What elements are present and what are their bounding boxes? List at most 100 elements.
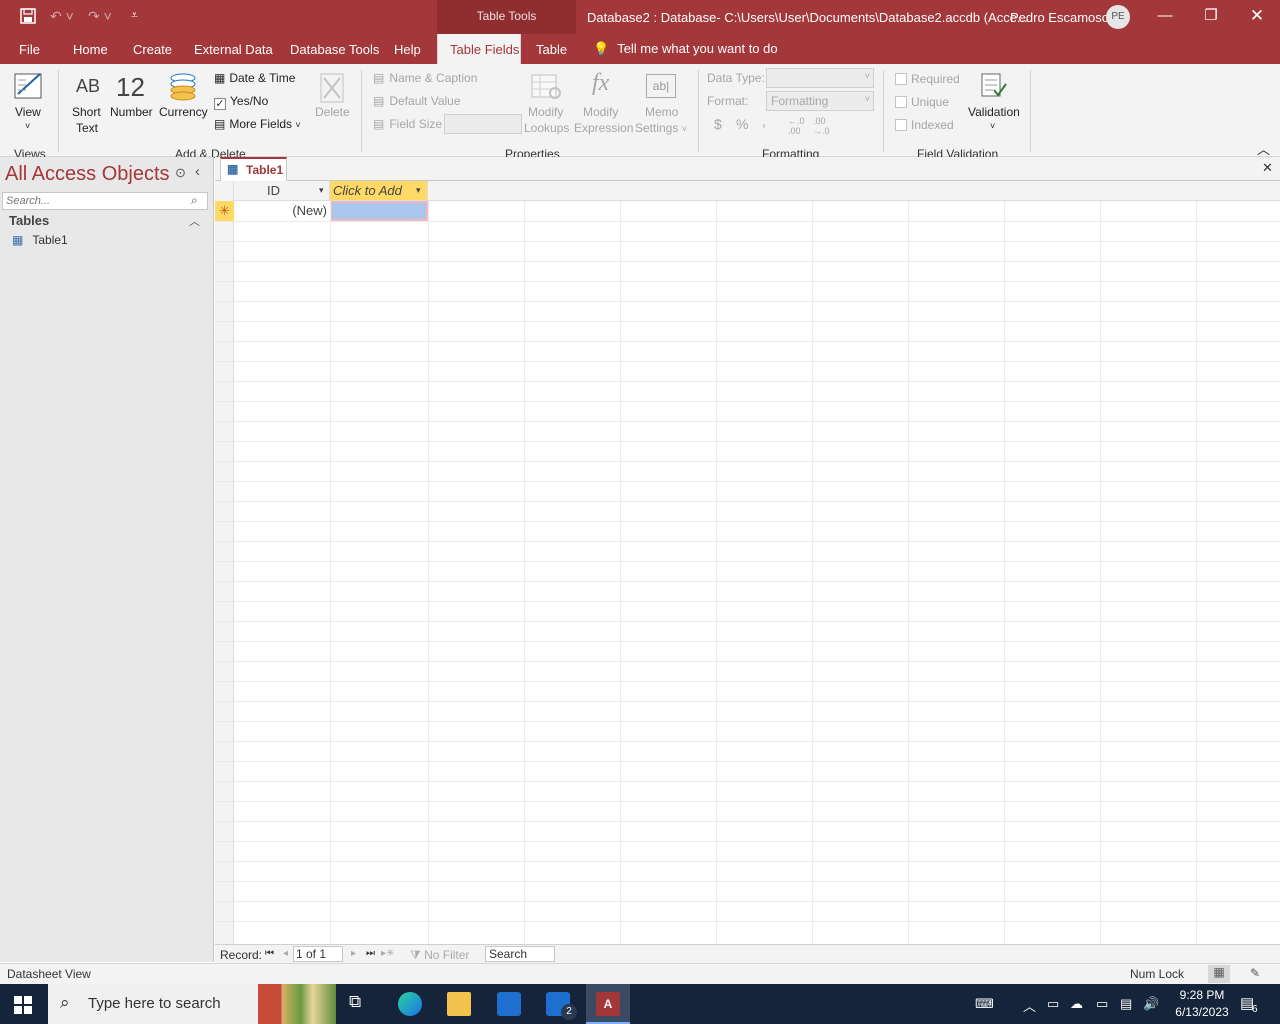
- default-value-button[interactable]: ▤ Default Value: [373, 94, 461, 108]
- currency-icon[interactable]: [168, 72, 198, 105]
- record-search-input[interactable]: Search: [485, 946, 555, 962]
- decrease-decimals-icon[interactable]: .00 →.0: [813, 116, 830, 136]
- view-icon[interactable]: [14, 70, 44, 103]
- avatar[interactable]: PE: [1106, 5, 1130, 29]
- view-button[interactable]: View: [15, 105, 41, 119]
- validation-icon[interactable]: [980, 72, 1008, 103]
- windows-start-icon[interactable]: [14, 996, 32, 1017]
- nav-item-table1[interactable]: ▦ Table1: [12, 233, 68, 247]
- short-text-button[interactable]: Short: [72, 105, 101, 119]
- file-explorer-icon[interactable]: [447, 992, 471, 1016]
- taskbar-search-box[interactable]: ⌕ Type here to search: [48, 984, 336, 1024]
- collapse-ribbon-icon[interactable]: ︿: [1257, 139, 1270, 158]
- next-record-icon[interactable]: ▸: [351, 948, 356, 959]
- tab-external-data[interactable]: External Data: [194, 42, 273, 57]
- modify-lookups-button[interactable]: Modify: [528, 105, 563, 119]
- grid-line: [215, 601, 1280, 602]
- nav-pane-title[interactable]: All Access Objects: [5, 163, 170, 186]
- access-taskbar-button[interactable]: A: [586, 984, 630, 1024]
- name-caption-button[interactable]: ▤ Name & Caption: [373, 71, 477, 85]
- unique-checkbox[interactable]: Unique: [895, 95, 949, 109]
- column-header-id[interactable]: ID ▾: [234, 181, 330, 201]
- undo-icon[interactable]: ↶ ˅: [50, 8, 74, 25]
- minimize-button[interactable]: —: [1150, 4, 1180, 28]
- restore-button[interactable]: ❐: [1196, 4, 1226, 28]
- meet-now-icon[interactable]: ▭: [1047, 996, 1059, 1012]
- keyboard-icon[interactable]: ⌨: [975, 996, 994, 1012]
- delete-button[interactable]: Delete: [315, 105, 350, 119]
- tab-table[interactable]: Table: [536, 42, 567, 57]
- redo-icon[interactable]: ↷ ˅: [88, 8, 112, 25]
- save-icon[interactable]: [20, 8, 36, 27]
- chevron-down-icon[interactable]: ˅: [25, 121, 30, 131]
- show-hidden-icons[interactable]: ︿: [1023, 996, 1036, 1015]
- tab-table-fields[interactable]: Table Fields: [437, 34, 521, 64]
- record-position-input[interactable]: 1 of 1: [293, 946, 343, 962]
- clock-date[interactable]: 6/13/2023: [1168, 1005, 1236, 1019]
- increase-decimals-icon[interactable]: ←.0.00: [788, 116, 805, 136]
- grid-line: [215, 281, 1280, 282]
- new-record-nav-icon[interactable]: ▸✳: [381, 948, 394, 959]
- battery-icon[interactable]: ▭: [1096, 996, 1108, 1012]
- short-text-icon[interactable]: AB: [76, 76, 100, 97]
- dropdown-arrow-icon[interactable]: ▾: [416, 185, 421, 196]
- clock-time[interactable]: 9:28 PM: [1172, 988, 1232, 1002]
- cell-id-new[interactable]: (New): [234, 201, 330, 221]
- store-icon[interactable]: [497, 992, 521, 1016]
- collapse-pane-icon[interactable]: ‹: [195, 163, 200, 180]
- close-button[interactable]: ✕: [1242, 4, 1272, 28]
- number-icon[interactable]: 12: [116, 72, 145, 103]
- grid-line: [428, 201, 429, 944]
- checkbox-icon: [895, 73, 907, 85]
- ribbon-tab-row: File Home Create External Data Database …: [0, 34, 1280, 64]
- yes-no-button[interactable]: ✓ Yes/No: [214, 94, 268, 110]
- date-time-button[interactable]: ▦ Date & Time: [214, 71, 295, 85]
- percent-format-button[interactable]: %: [736, 116, 748, 132]
- modify-expression-button[interactable]: Modify: [583, 105, 618, 119]
- more-fields-button[interactable]: ▤ More Fields ˅: [214, 117, 301, 131]
- first-record-icon[interactable]: ⏮: [265, 948, 274, 959]
- dropdown-arrow-icon[interactable]: ▾: [319, 185, 324, 196]
- new-record-icon[interactable]: ✳: [215, 201, 234, 221]
- search-icon[interactable]: ⌕: [191, 193, 198, 208]
- close-document-icon[interactable]: ✕: [1262, 160, 1273, 176]
- validation-button[interactable]: Validation: [968, 105, 1020, 119]
- chevron-up-icon[interactable]: ︿: [189, 213, 200, 229]
- data-type-select[interactable]: ˅: [766, 68, 874, 88]
- tab-create[interactable]: Create: [133, 42, 172, 57]
- network-icon[interactable]: ▤: [1120, 996, 1132, 1012]
- no-filter-button[interactable]: ⧩ No Filter: [410, 948, 469, 963]
- memo-settings-button[interactable]: Memo: [645, 105, 678, 119]
- design-view-icon[interactable]: ✎: [1250, 966, 1260, 980]
- nav-section-tables[interactable]: Tables: [9, 213, 49, 228]
- cell-click-to-add-selected[interactable]: [330, 201, 428, 221]
- field-size-input[interactable]: [444, 114, 522, 134]
- indexed-checkbox[interactable]: Indexed: [895, 118, 954, 132]
- last-record-icon[interactable]: ⏭: [366, 948, 375, 959]
- customize-toolbar-icon[interactable]: ⩡: [131, 8, 138, 23]
- user-name[interactable]: Pedro Escamoso: [1010, 10, 1109, 25]
- volume-icon[interactable]: 🔊: [1143, 996, 1159, 1012]
- tab-file[interactable]: File: [19, 42, 40, 57]
- currency-button[interactable]: Currency: [159, 105, 208, 119]
- onedrive-icon[interactable]: ☁: [1070, 996, 1083, 1012]
- column-header-click-to-add[interactable]: Click to Add ▾: [330, 181, 428, 201]
- document-tab-table1[interactable]: ▦ Table1: [220, 157, 287, 181]
- nav-search-input[interactable]: [2, 192, 208, 210]
- required-checkbox[interactable]: Required: [895, 72, 960, 86]
- edge-browser-icon[interactable]: [398, 992, 422, 1016]
- currency-format-button[interactable]: $: [714, 116, 722, 132]
- chevron-down-icon[interactable]: ˅: [990, 121, 995, 131]
- number-button[interactable]: Number: [110, 105, 153, 119]
- previous-record-icon[interactable]: ◂: [283, 948, 288, 959]
- tab-help[interactable]: Help: [394, 42, 421, 57]
- comma-format-button[interactable]: ,: [762, 113, 766, 129]
- tab-database-tools[interactable]: Database Tools: [290, 42, 379, 57]
- nav-menu-icon[interactable]: ⊙: [175, 165, 186, 181]
- task-view-icon[interactable]: ⧉: [349, 992, 373, 1016]
- format-select[interactable]: Formatting ˅: [766, 91, 874, 111]
- tab-home[interactable]: Home: [73, 42, 108, 57]
- tell-me-search[interactable]: 💡 Tell me what you want to do: [593, 41, 778, 57]
- document-tab-bar: ▦ Table1 ✕: [215, 157, 1280, 181]
- datasheet-view-icon[interactable]: ▦: [1208, 965, 1230, 983]
